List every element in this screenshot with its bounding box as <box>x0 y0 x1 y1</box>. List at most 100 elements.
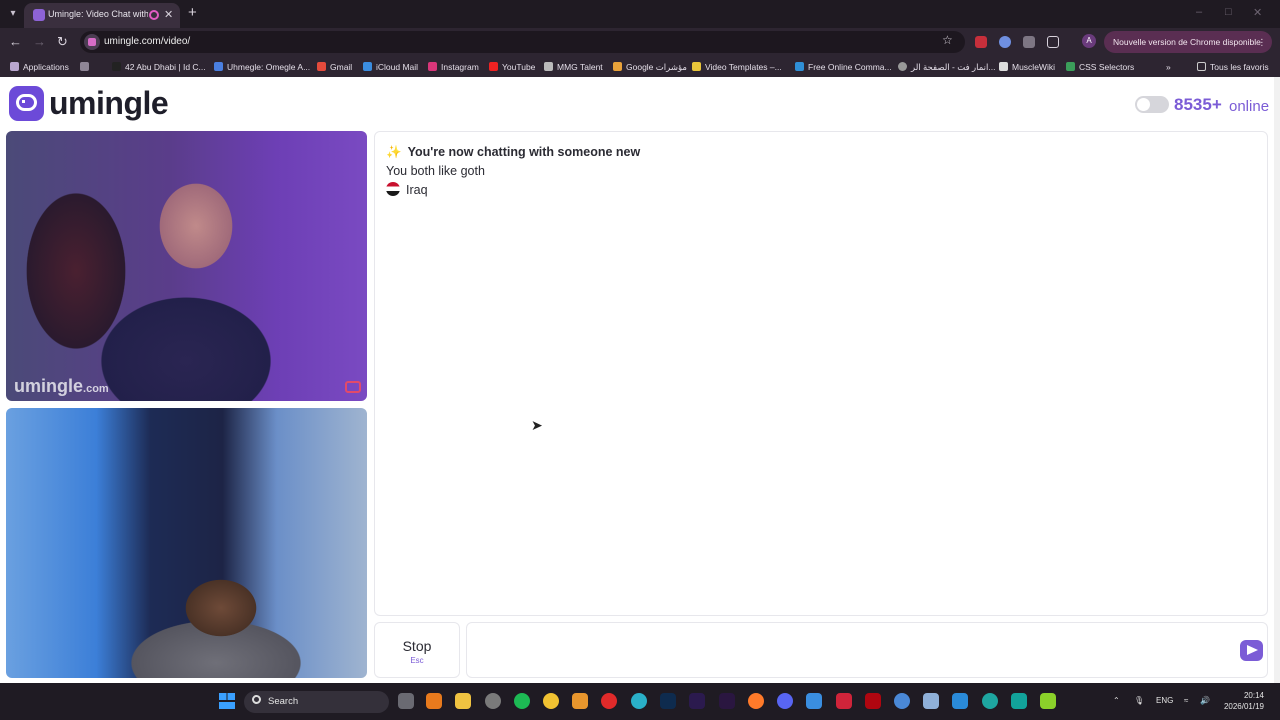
gmail-icon <box>317 62 326 71</box>
send-message-icon[interactable] <box>1240 640 1263 661</box>
stop-button-label: Stop <box>402 638 432 654</box>
folder-icon <box>1197 62 1206 71</box>
address-bar[interactable]: umingle.com/video/ <box>80 31 965 53</box>
edge-icon[interactable] <box>631 693 647 709</box>
bookmarks-overflow-chevron-icon[interactable]: » <box>1166 60 1171 74</box>
recording-indicator-icon <box>149 10 159 20</box>
chrome-update-button[interactable]: Nouvelle version de Chrome disponible ⋮ <box>1104 31 1272 53</box>
bookmark-icloud-mail[interactable]: iCloud Mail <box>363 60 418 74</box>
wifi-icon[interactable]: ≈ <box>1184 696 1188 705</box>
forward-arrow-icon[interactable]: → <box>33 34 46 49</box>
mouse-pointer-icon: ➤ <box>531 417 543 433</box>
file-explorer-icon[interactable] <box>455 693 471 709</box>
close-window-icon[interactable]: ✕ <box>1253 6 1262 19</box>
recorder-icon[interactable] <box>836 693 852 709</box>
outlook-icon[interactable] <box>806 693 822 709</box>
bookmark-applications[interactable]: Applications <box>10 60 69 74</box>
premiere-icon[interactable] <box>719 693 735 709</box>
new-tab-plus-icon[interactable]: + <box>188 4 197 21</box>
illustrator-icon[interactable] <box>426 693 442 709</box>
browser-alt-icon[interactable] <box>894 693 910 709</box>
cursor-app-icon[interactable] <box>982 693 998 709</box>
instagram-icon <box>428 62 437 71</box>
bookmark-star-icon[interactable]: ☆ <box>942 33 953 47</box>
bookmark-instagram[interactable]: Instagram <box>428 60 479 74</box>
message-input[interactable] <box>466 622 1268 678</box>
opera-icon[interactable] <box>601 693 617 709</box>
bookmark-gmail[interactable]: Gmail <box>317 60 352 74</box>
site-logo-text[interactable]: umingle <box>49 85 169 122</box>
netflix-icon[interactable] <box>865 693 881 709</box>
spotify-icon[interactable] <box>514 693 530 709</box>
photos-icon[interactable] <box>923 693 939 709</box>
online-label: online <box>1229 98 1270 115</box>
browser-toolbar: ← → ↻ umingle.com/video/ ☆ A Nouvelle ve… <box>0 28 1280 56</box>
windows-start-icon[interactable] <box>219 693 235 709</box>
bookmark-mmg-talent[interactable]: MMG Talent <box>544 60 603 74</box>
search-icon <box>252 695 261 704</box>
chrome-icon[interactable] <box>543 693 559 709</box>
css-selectors-icon <box>1066 62 1075 71</box>
chat-bubble-icon <box>16 94 37 111</box>
settings-gear-icon[interactable] <box>485 693 501 709</box>
tab-title: Umingle: Video Chat with S <box>48 9 148 19</box>
taskbar-search[interactable]: Search <box>244 691 389 713</box>
photoshop-icon[interactable] <box>660 693 676 709</box>
taskbar-clock[interactable]: 20:14 2026/01/19 <box>1218 690 1264 712</box>
page-scrollbar[interactable] <box>1274 77 1280 683</box>
minimize-window-icon[interactable]: – <box>1196 6 1202 18</box>
firefox-icon[interactable] <box>748 693 764 709</box>
bookmark-42-abu-dhabi[interactable]: 42 Abu Dhabi | Id C... <box>112 60 206 74</box>
video-templates-icon <box>692 62 701 71</box>
capcut-icon[interactable] <box>1011 693 1027 709</box>
bookmark-css-selectors[interactable]: CSS Selectors <box>1066 60 1134 74</box>
bookmark-free-online-commands[interactable]: Free Online Comma... <box>795 60 892 74</box>
bookmark-uhmegle[interactable]: Uhmegle: Omegle A... <box>214 60 310 74</box>
all-bookmarks[interactable]: Tous les favoris <box>1197 60 1269 74</box>
microphone-icon[interactable]: 🎙 <box>1134 696 1144 705</box>
common-interest-text: You both like goth <box>386 164 485 178</box>
vscode-icon[interactable] <box>952 693 968 709</box>
bookmark-musclewiki[interactable]: MuscleWiki <box>999 60 1055 74</box>
extension-grid-icon[interactable] <box>1023 36 1035 48</box>
language-indicator[interactable]: ENG <box>1156 696 1173 705</box>
bookmark-google-trends[interactable]: Google مؤشرات <box>613 60 687 74</box>
discord-icon[interactable] <box>777 693 793 709</box>
commands-icon <box>795 62 804 71</box>
after-effects-icon[interactable] <box>689 693 705 709</box>
report-flag-icon[interactable] <box>345 381 361 393</box>
iraq-flag-icon <box>386 182 400 196</box>
maximize-window-icon[interactable]: □ <box>1225 6 1232 18</box>
bookmark-video-templates[interactable]: Video Templates –... <box>692 60 782 74</box>
uhmegle-icon <box>214 62 223 71</box>
sparkle-icon: ✨ <box>386 145 402 159</box>
stop-button[interactable]: Stop Esc <box>374 622 460 678</box>
umingle-favicon-icon <box>33 9 45 21</box>
tray-chevron-up-icon[interactable]: ⌃ <box>1113 696 1120 705</box>
stream-app-icon[interactable] <box>1040 693 1056 709</box>
task-view-icon[interactable] <box>398 693 414 709</box>
chat-log: ✨ You're now chatting with someone new Yo… <box>374 131 1268 616</box>
extension-adblock-icon[interactable] <box>975 36 987 48</box>
bookmark-arabic-page[interactable]: انمار فت - الصفحة الر... <box>898 60 995 74</box>
chrome-update-label: Nouvelle version de Chrome disponible <box>1113 37 1261 47</box>
umingle-logo-icon[interactable] <box>9 86 44 121</box>
local-video-feed <box>6 408 367 678</box>
volume-icon[interactable]: 🔊 <box>1200 696 1210 705</box>
reload-icon[interactable]: ↻ <box>57 34 68 50</box>
apps-grid-icon <box>10 62 19 71</box>
fl-studio-icon[interactable] <box>572 693 588 709</box>
back-arrow-icon[interactable]: ← <box>9 34 22 49</box>
bookmark-grid-icon[interactable] <box>80 60 93 74</box>
browser-tab-active[interactable]: Umingle: Video Chat with S ✕ <box>24 3 180 28</box>
school-42-icon <box>112 62 121 71</box>
bookmark-youtube[interactable]: YouTube <box>489 60 535 74</box>
clock-time: 20:14 <box>1243 691 1264 700</box>
extensions-puzzle-icon[interactable] <box>1047 36 1059 48</box>
tab-close-icon[interactable]: ✕ <box>164 8 173 21</box>
site-info-icon[interactable] <box>84 34 100 50</box>
extension-circle-icon[interactable] <box>999 36 1011 48</box>
tab-search-chevron-icon[interactable]: ▾ <box>4 5 22 23</box>
profile-avatar[interactable]: A <box>1082 34 1096 48</box>
dark-mode-toggle[interactable] <box>1135 96 1169 113</box>
